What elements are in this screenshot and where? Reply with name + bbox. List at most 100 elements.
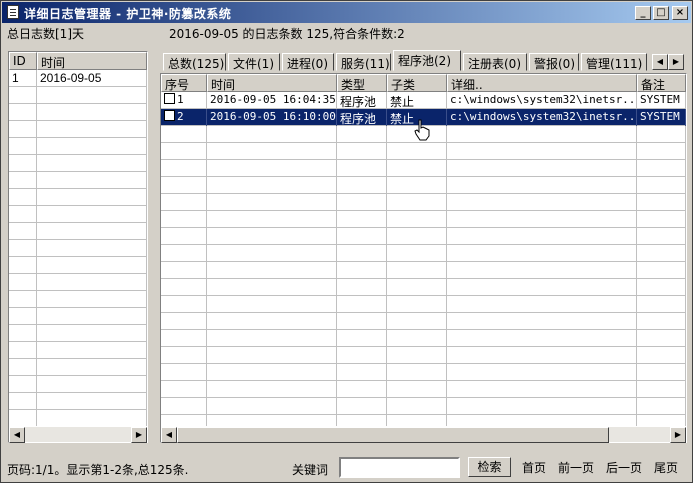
header-time[interactable]: 时间	[37, 52, 147, 70]
empty-cell	[387, 313, 447, 330]
empty-cell	[37, 104, 147, 121]
empty-row	[161, 143, 686, 160]
close-button[interactable]: ×	[672, 6, 688, 20]
next-page-link[interactable]: 后一页	[606, 459, 642, 476]
empty-cell	[337, 160, 387, 177]
search-button[interactable]: 检索	[468, 457, 511, 477]
empty-cell	[447, 279, 637, 296]
empty-row	[161, 160, 686, 177]
empty-cell	[637, 194, 686, 211]
tab-app-pool[interactable]: 程序池(2)	[393, 50, 461, 71]
empty-cell	[161, 296, 207, 313]
header-type[interactable]: 类型	[337, 74, 387, 92]
empty-cell	[637, 415, 686, 426]
header-time[interactable]: 时间	[207, 74, 337, 92]
empty-cell	[161, 126, 207, 143]
empty-cell	[637, 143, 686, 160]
empty-row	[161, 313, 686, 330]
empty-cell	[447, 381, 637, 398]
empty-row	[161, 296, 686, 313]
empty-row	[9, 342, 147, 359]
tab-process[interactable]: 进程(0)	[282, 53, 334, 71]
tab-file[interactable]: 文件(1)	[228, 53, 280, 71]
scroll-left-icon[interactable]: ◀	[161, 427, 177, 443]
date-info-label: 2016-09-05 的日志条数 125,符合条件数:2	[169, 27, 405, 41]
empty-cell	[447, 211, 637, 228]
row-time: 2016-09-05 16:10:00	[207, 109, 337, 126]
empty-cell	[387, 160, 447, 177]
empty-cell	[37, 376, 147, 393]
log-table-hscrollbar[interactable]: ◀ ▶	[161, 426, 686, 443]
list-item[interactable]: 1 2016-09-05	[9, 70, 147, 87]
header-detail[interactable]: 详细..	[447, 74, 637, 92]
empty-row	[9, 274, 147, 291]
first-page-link[interactable]: 首页	[522, 459, 546, 476]
scroll-left-icon[interactable]: ◀	[9, 427, 25, 443]
empty-cell	[387, 381, 447, 398]
scroll-thumb[interactable]	[177, 427, 609, 443]
tab-service[interactable]: 服务(11)	[336, 53, 391, 71]
empty-cell	[337, 177, 387, 194]
empty-cell	[37, 410, 147, 426]
empty-cell	[447, 126, 637, 143]
header-note[interactable]: 备注	[637, 74, 686, 92]
empty-cell	[387, 177, 447, 194]
empty-cell	[637, 228, 686, 245]
empty-cell	[447, 194, 637, 211]
tab-total[interactable]: 总数(125)	[163, 53, 226, 71]
empty-row	[161, 211, 686, 228]
empty-row	[161, 347, 686, 364]
scroll-right-icon[interactable]: ▶	[131, 427, 147, 443]
empty-row	[9, 121, 147, 138]
empty-cell	[161, 143, 207, 160]
empty-cell	[637, 296, 686, 313]
empty-cell	[161, 211, 207, 228]
header-subtype[interactable]: 子类	[387, 74, 447, 92]
total-days-label: 总日志数[1]天	[7, 27, 84, 41]
empty-cell	[207, 296, 337, 313]
empty-cell	[337, 279, 387, 296]
empty-cell	[161, 177, 207, 194]
empty-cell	[387, 398, 447, 415]
empty-cell	[37, 206, 147, 223]
row-type: 程序池	[337, 109, 387, 126]
last-page-link[interactable]: 尾页	[654, 459, 678, 476]
empty-cell	[9, 240, 37, 257]
minimize-button[interactable]: _	[635, 6, 651, 20]
scroll-right-icon[interactable]: ▶	[670, 427, 686, 443]
tab-manage[interactable]: 管理(111)	[581, 53, 647, 71]
list-item-date: 2016-09-05	[37, 70, 147, 87]
empty-cell	[337, 381, 387, 398]
empty-cell	[447, 364, 637, 381]
header-id[interactable]: ID	[9, 52, 37, 70]
empty-cell	[37, 291, 147, 308]
empty-cell	[161, 398, 207, 415]
empty-cell	[9, 342, 37, 359]
empty-cell	[447, 347, 637, 364]
table-row[interactable]: 1 2016-09-05 16:04:35 程序池 禁止 c:\windows\…	[161, 92, 686, 109]
empty-row	[9, 359, 147, 376]
empty-cell	[207, 364, 337, 381]
empty-row	[161, 279, 686, 296]
tab-scroll-right-icon[interactable]: ▶	[668, 54, 684, 70]
row-detail: c:\windows\system32\inetsr...	[447, 109, 637, 126]
prev-page-link[interactable]: 前一页	[558, 459, 594, 476]
window-title: 详细日志管理器 - 护卫神·防篡改系统	[24, 7, 232, 21]
header-seq[interactable]: 序号	[161, 74, 207, 92]
date-list-hscrollbar[interactable]: ◀ ▶	[9, 426, 147, 443]
maximize-button[interactable]: □	[653, 6, 669, 20]
row-checkbox[interactable]	[164, 93, 175, 104]
empty-cell	[637, 279, 686, 296]
empty-cell	[447, 330, 637, 347]
empty-cell	[207, 245, 337, 262]
row-checkbox[interactable]	[164, 110, 175, 121]
tab-alert[interactable]: 警报(0)	[529, 53, 579, 71]
empty-cell	[387, 279, 447, 296]
empty-cell	[207, 177, 337, 194]
tab-registry[interactable]: 注册表(0)	[463, 53, 527, 71]
title-bar[interactable]: 详细日志管理器 - 护卫神·防篡改系统 _ □ ×	[2, 2, 691, 23]
tab-scroll-left-icon[interactable]: ◀	[652, 54, 668, 70]
empty-cell	[207, 160, 337, 177]
keyword-input[interactable]	[339, 457, 460, 478]
empty-cell	[447, 313, 637, 330]
